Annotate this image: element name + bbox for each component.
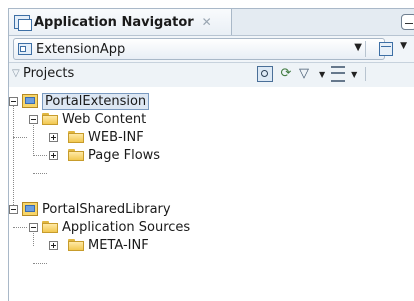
chevron-down-icon[interactable]: ▼ [400, 41, 407, 51]
expand-icon[interactable] [49, 150, 58, 160]
tree-node-label: META-INF [88, 237, 149, 253]
collapse-icon[interactable] [9, 96, 18, 106]
tab-title: Application Navigator [34, 14, 194, 30]
application-navigator-panel: Application Navigator ✕ ExtensionApp ▼ ▼… [8, 8, 414, 301]
tree-connector [33, 173, 47, 174]
application-selector-value: ExtensionApp [36, 41, 126, 57]
tree-node-portalextension[interactable]: PortalExtension [9, 92, 150, 110]
chevron-down-icon[interactable]: ▼ [319, 70, 325, 79]
folder-icon [42, 113, 58, 125]
tree-node-label: Web Content [62, 111, 147, 127]
divider [365, 67, 367, 81]
tree-node-label: WEB-INF [88, 129, 144, 145]
tree-node-web-content[interactable]: Web Content [29, 110, 146, 128]
tree-connector [13, 101, 14, 205]
tree-node-web-inf[interactable]: WEB-INF [49, 128, 144, 146]
folder-icon [68, 149, 84, 161]
collapse-icon[interactable] [9, 204, 18, 214]
tree-connector [13, 227, 27, 228]
tree-node-label: Application Sources [62, 219, 191, 235]
folder-icon [68, 239, 84, 251]
tree-node-page-flows[interactable]: Page Flows [49, 146, 160, 164]
filter-icon[interactable]: ▽ [299, 67, 313, 81]
tree-connector [33, 155, 47, 156]
folder-icon [42, 221, 58, 233]
application-icon [18, 43, 32, 55]
application-navigator-icon [14, 15, 32, 31]
tree-connector [13, 137, 27, 138]
collapse-icon[interactable] [29, 114, 38, 124]
tree-node-label: PortalExtension [42, 92, 150, 110]
collapse-arrow-icon[interactable]: ▽ [12, 68, 20, 79]
chevron-down-icon[interactable]: ▼ [354, 42, 362, 53]
tab-bar: Application Navigator ✕ [9, 9, 414, 36]
projects-label: Projects [23, 66, 75, 81]
projects-accordion-header[interactable]: ▽ Projects ⟳ ▽ ▼ ▼ [9, 63, 414, 88]
application-selector[interactable]: ExtensionApp ▼ [13, 38, 385, 60]
chevron-down-icon[interactable]: ▼ [351, 70, 357, 79]
project-icon [22, 94, 38, 108]
tree-node-meta-inf[interactable]: META-INF [49, 236, 149, 254]
find-icon[interactable] [257, 66, 273, 82]
expand-icon[interactable] [49, 240, 58, 250]
sort-icon[interactable] [331, 66, 346, 82]
sync-icon[interactable]: ⟳ [279, 67, 293, 81]
tree-node-label: PortalSharedLibrary [42, 201, 171, 217]
tab-application-navigator[interactable]: Application Navigator ✕ [9, 9, 232, 35]
tree-node-label: Page Flows [88, 147, 161, 163]
projects-toolbar: ⟳ ▽ ▼ ▼ [257, 66, 367, 82]
tree-node-portalsharedlibrary[interactable]: PortalSharedLibrary [9, 200, 171, 218]
folder-icon [68, 131, 84, 143]
project-tree: PortalExtension Web Content WEB-INF Page… [9, 87, 414, 301]
application-selector-row: ExtensionApp ▼ ▼ [9, 36, 414, 63]
collapse-icon[interactable] [29, 222, 38, 232]
project-icon [22, 202, 38, 216]
tree-connector [33, 263, 47, 264]
expand-icon[interactable] [49, 132, 58, 142]
minimize-button[interactable] [401, 14, 414, 30]
divider [365, 41, 366, 57]
close-icon[interactable]: ✕ [202, 15, 212, 29]
tree-node-application-sources[interactable]: Application Sources [29, 218, 190, 236]
application-menu-button[interactable] [379, 42, 393, 56]
